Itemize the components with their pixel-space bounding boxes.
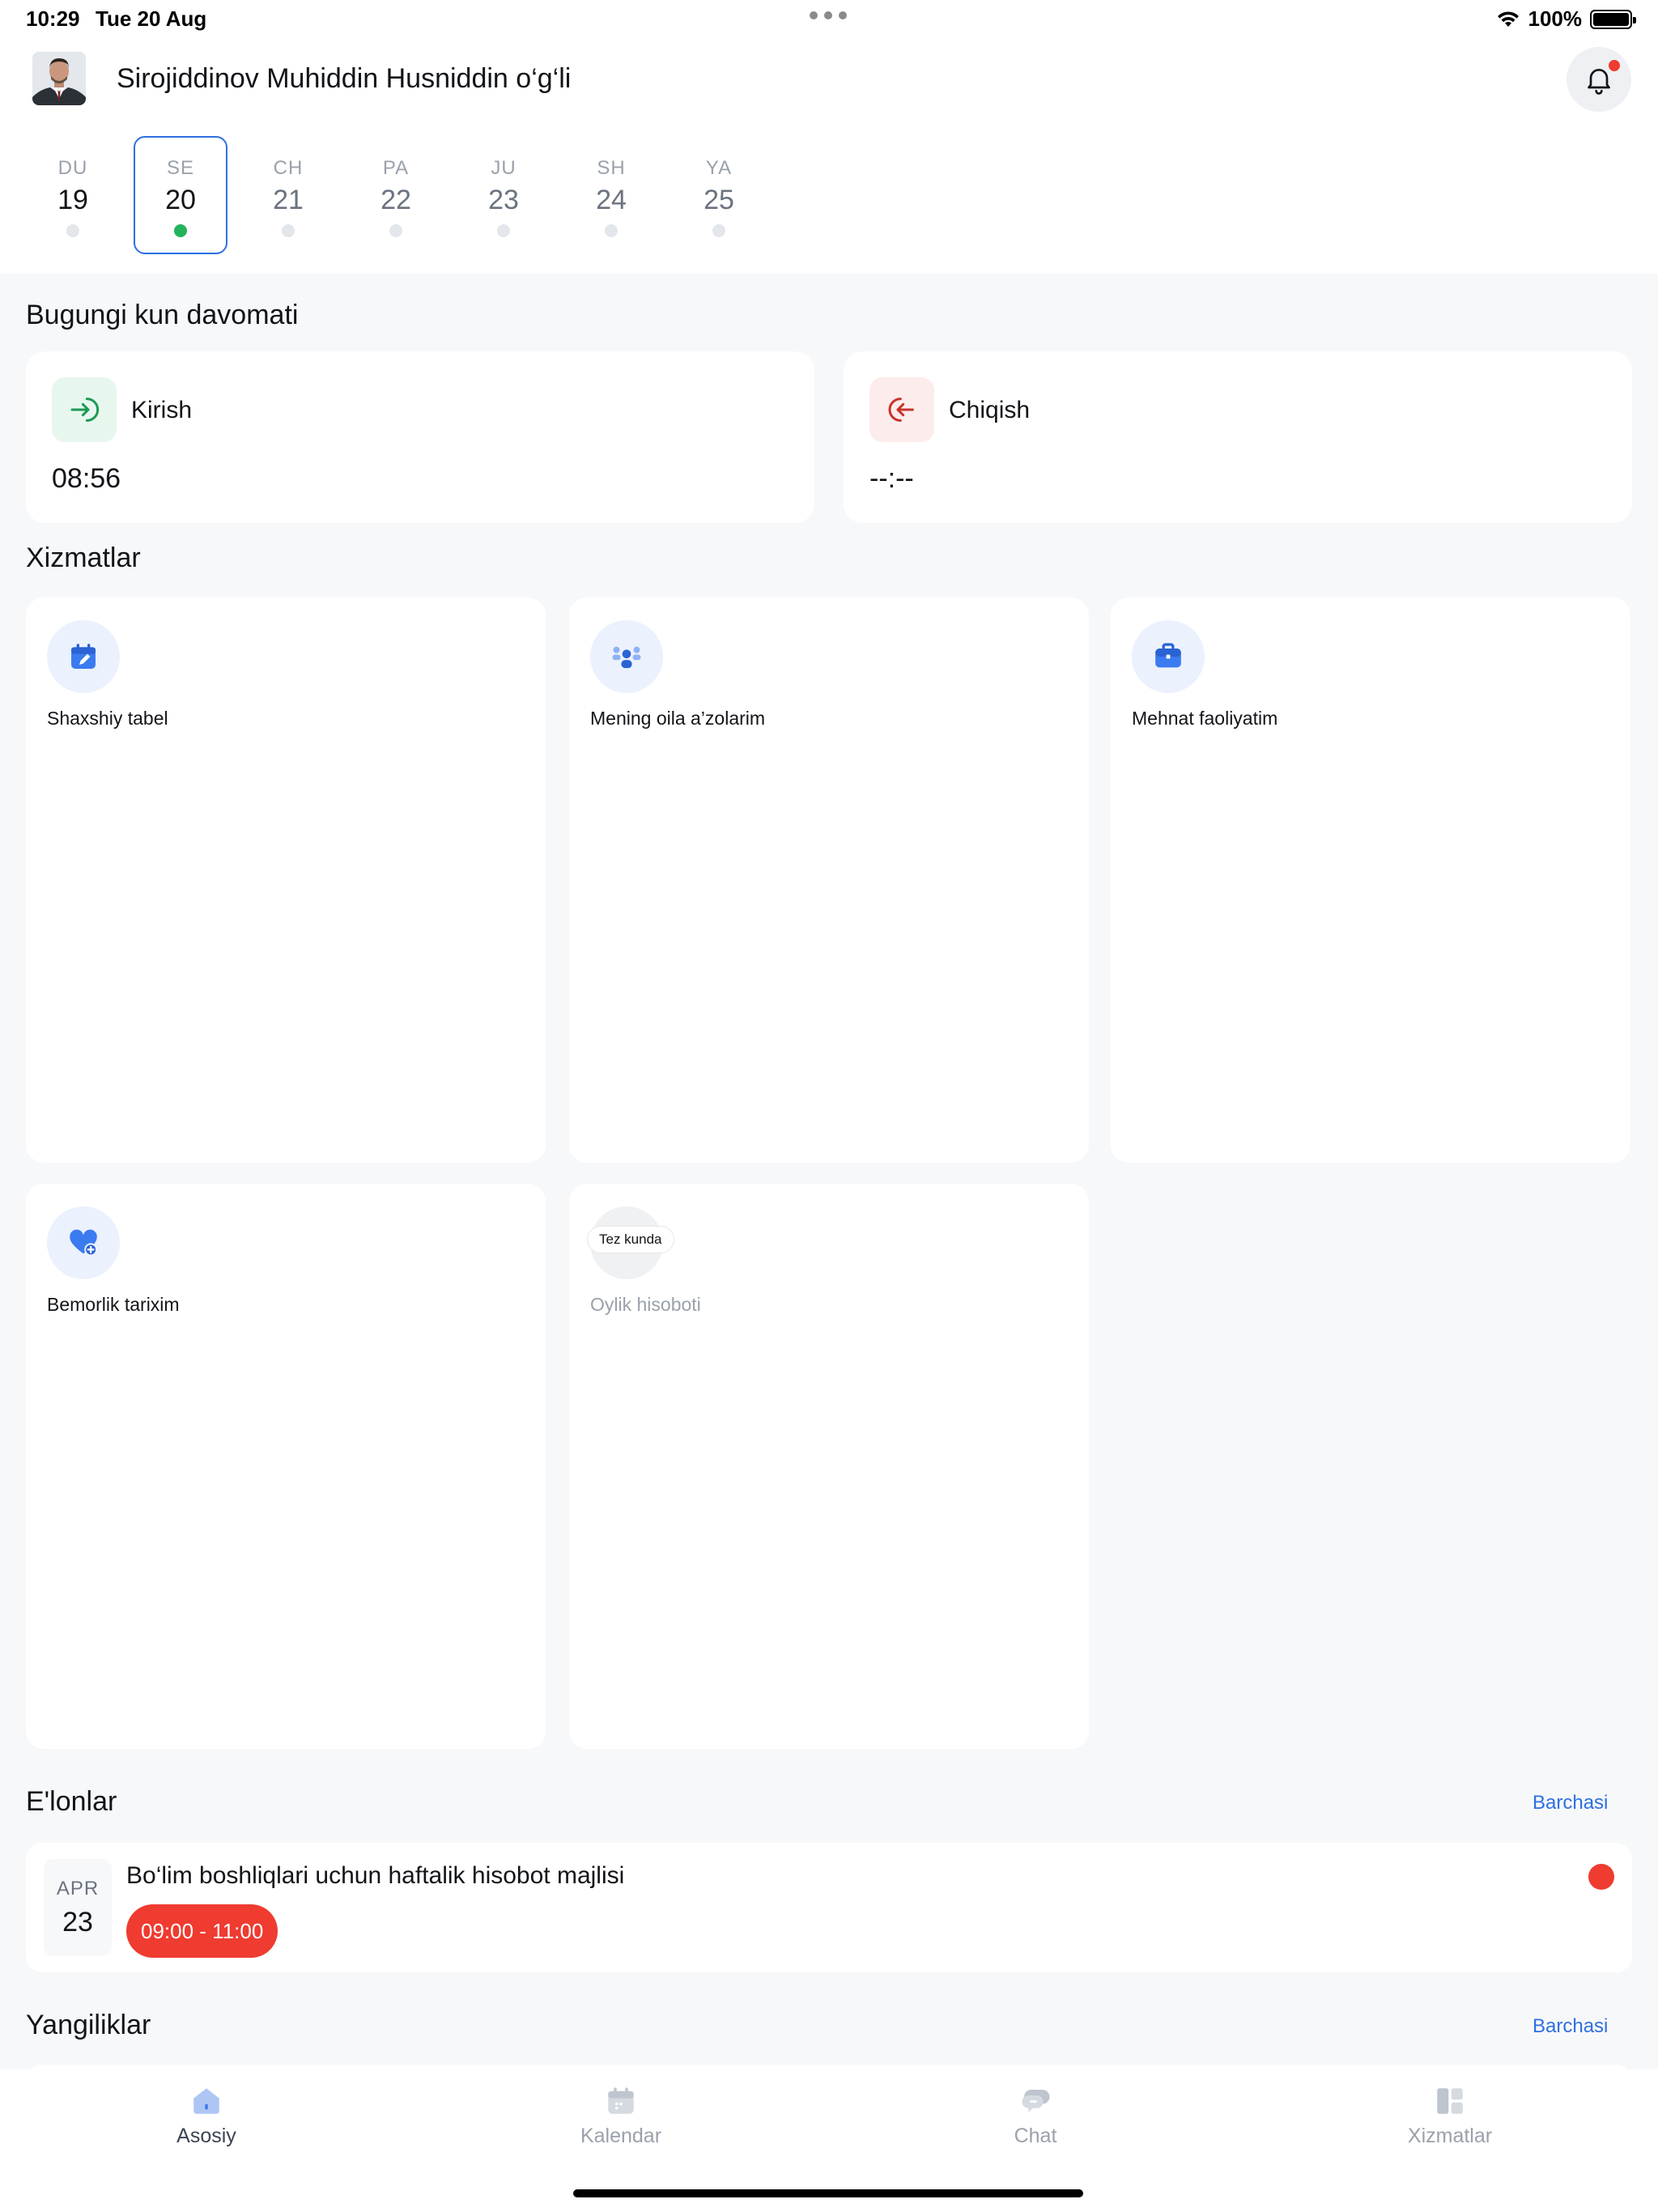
status-right: 100% <box>1496 6 1636 32</box>
day-status-dot <box>282 224 295 237</box>
announcement-time-badge: 09:00 - 11:00 <box>126 1904 278 1958</box>
checkout-time: --:-- <box>869 463 914 494</box>
day-number: 22 <box>380 185 411 215</box>
tab-label: Chat <box>1014 2125 1057 2147</box>
checkin-label: Kirish <box>131 397 193 423</box>
announcements-title: E'lonlar <box>26 1786 117 1817</box>
service-label: Oylik hisoboti <box>590 1294 701 1315</box>
grid-icon <box>1437 2088 1463 2114</box>
notifications-button[interactable] <box>1567 47 1631 112</box>
week-strip: DU 19 SE 20 CH 21 PA 22 JU 23 SH 24 YA 2… <box>26 136 766 254</box>
header: Sirojiddinov Muhiddin Husniddin o‘g‘li D… <box>0 39 1658 274</box>
tab-calendar[interactable]: Kalendar <box>500 2084 742 2148</box>
day-item-21[interactable]: CH 21 <box>241 136 335 254</box>
wifi-icon <box>1497 11 1519 27</box>
home-icon <box>193 2088 219 2114</box>
unread-dot <box>1588 1864 1614 1890</box>
day-item-23[interactable]: JU 23 <box>457 136 551 254</box>
status-time: 10:29 <box>26 6 80 31</box>
announcement-title: Bo‘lim boshliqlari uchun haftalik hisobo… <box>126 1862 625 1889</box>
tab-label: Xizmatlar <box>1407 2125 1493 2147</box>
announcement-date: APR 23 <box>44 1859 112 1956</box>
announcements-see-all-link[interactable]: Barchasi <box>1533 1792 1608 1814</box>
multitask-dots-icon[interactable] <box>810 11 847 19</box>
coming-soon-badge: Tez kunda <box>587 1226 674 1253</box>
announcement-month: APR <box>56 1877 100 1899</box>
briefcase-icon <box>1132 620 1205 693</box>
status-date: Tue 20 Aug <box>96 6 207 31</box>
day-number: 19 <box>57 185 88 215</box>
day-label: SH <box>597 157 626 179</box>
home-indicator[interactable] <box>573 2189 1083 2197</box>
day-item-20[interactable]: SE 20 <box>134 136 227 254</box>
service-card-monthly-report: Tez kunda Oylik hisoboti <box>569 1184 1089 1749</box>
day-number: 20 <box>165 185 196 215</box>
services-title: Xizmatlar <box>26 542 141 573</box>
login-arrow-icon <box>52 377 117 442</box>
tab-label: Asosiy <box>176 2125 236 2147</box>
tab-chat[interactable]: Chat <box>914 2084 1157 2148</box>
heart-plus-icon <box>47 1206 120 1279</box>
attendance-title: Bugungi kun davomati <box>26 300 299 330</box>
service-card-sick-history[interactable]: Bemorlik tarixim <box>26 1184 546 1749</box>
service-card-family[interactable]: Mening oila a’zolarim <box>569 598 1089 1163</box>
checkout-label: Chiqish <box>949 397 1031 423</box>
checkin-time: 08:56 <box>52 463 121 494</box>
service-label: Shaxshiy tabel <box>47 708 168 729</box>
news-see-all-link[interactable]: Barchasi <box>1533 2015 1608 2038</box>
day-status-dot <box>66 224 79 237</box>
service-card-work-history[interactable]: Mehnat faoliyatim <box>1111 598 1630 1163</box>
logout-arrow-icon <box>869 377 934 442</box>
service-label: Bemorlik tarixim <box>47 1294 180 1315</box>
status-bar: 10:29 Tue 20 Aug 100% <box>0 0 1658 39</box>
day-item-19[interactable]: DU 19 <box>26 136 120 254</box>
avatar[interactable] <box>32 52 86 105</box>
notification-dot <box>1607 58 1622 73</box>
chat-icon <box>1022 2090 1050 2112</box>
calendar-icon <box>608 2087 634 2114</box>
day-label: JU <box>491 157 517 179</box>
day-item-25[interactable]: YA 25 <box>672 136 766 254</box>
service-label: Mening oila a’zolarim <box>590 708 766 729</box>
day-status-dot <box>174 224 187 237</box>
checkin-card[interactable]: Kirish 08:56 <box>26 351 814 523</box>
day-number: 24 <box>596 185 627 215</box>
day-item-22[interactable]: PA 22 <box>349 136 443 254</box>
day-label: PA <box>382 157 410 179</box>
day-status-dot <box>389 224 402 237</box>
tab-home[interactable]: Asosiy <box>85 2084 328 2148</box>
family-icon <box>590 620 663 693</box>
day-status-dot <box>712 224 725 237</box>
day-number: 23 <box>488 185 519 215</box>
news-title: Yangiliklar <box>26 2010 151 2040</box>
day-number: 21 <box>273 185 304 215</box>
battery-percent: 100% <box>1528 6 1583 31</box>
service-card-personal-timesheet[interactable]: Shaxshiy tabel <box>26 598 546 1163</box>
calendar-edit-icon <box>47 620 120 693</box>
user-name: Sirojiddinov Muhiddin Husniddin o‘g‘li <box>117 63 572 94</box>
day-item-24[interactable]: SH 24 <box>564 136 658 254</box>
day-number: 25 <box>704 185 734 215</box>
day-status-dot <box>605 224 618 237</box>
service-label: Mehnat faoliyatim <box>1132 708 1278 729</box>
day-status-dot <box>497 224 510 237</box>
day-label: DU <box>57 157 88 179</box>
battery-icon <box>1590 9 1636 29</box>
tab-label: Kalendar <box>580 2125 662 2147</box>
day-label: CH <box>273 157 304 179</box>
tab-services[interactable]: Xizmatlar <box>1329 2084 1571 2148</box>
day-label: YA <box>705 157 733 179</box>
announcement-item[interactable]: APR 23 Bo‘lim boshliqlari uchun haftalik… <box>26 1843 1632 1972</box>
announcement-day: 23 <box>62 1906 93 1938</box>
checkout-card[interactable]: Chiqish --:-- <box>844 351 1632 523</box>
day-label: SE <box>166 157 194 179</box>
